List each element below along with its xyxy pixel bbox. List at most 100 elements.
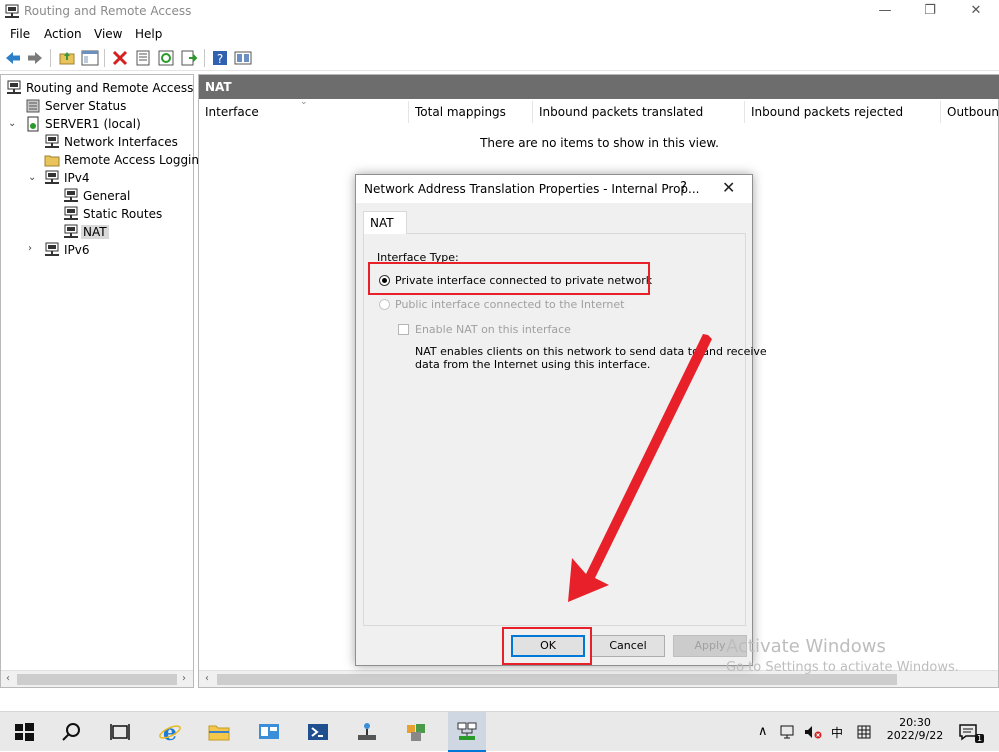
static-routes-icon bbox=[64, 206, 78, 220]
refresh-icon[interactable] bbox=[157, 49, 175, 67]
scrollbar-thumb[interactable] bbox=[217, 674, 897, 685]
empty-list-message: There are no items to show in this view. bbox=[480, 136, 719, 150]
scroll-left-icon[interactable]: ‹ bbox=[205, 673, 209, 684]
ime-mode-icon[interactable] bbox=[856, 724, 872, 740]
volume-muted-icon[interactable] bbox=[804, 725, 822, 739]
routing-remote-access-icon bbox=[457, 722, 477, 740]
tab-nat[interactable]: NAT bbox=[363, 211, 407, 234]
details-header: NAT bbox=[199, 75, 999, 99]
tree-item-static-routes[interactable]: Static Routes bbox=[63, 205, 191, 223]
tree-label: Routing and Remote Access bbox=[26, 81, 194, 95]
expand-chevron-icon[interactable]: ⌄ bbox=[8, 118, 16, 129]
input-language-indicator[interactable]: 中 bbox=[831, 724, 843, 741]
notification-count-badge: 1 bbox=[975, 734, 985, 743]
column-header-outbound[interactable]: Outbound bbox=[941, 101, 998, 123]
taskbar-active-app[interactable] bbox=[448, 712, 486, 752]
column-header-interface[interactable]: Interface ⌄ bbox=[199, 97, 409, 123]
internet-explorer-icon[interactable]: e bbox=[158, 720, 182, 744]
clock-time: 20:30 bbox=[899, 716, 931, 729]
column-label: Total mappings bbox=[415, 105, 506, 119]
powershell-icon[interactable] bbox=[306, 720, 330, 744]
tree-item-network-interfaces[interactable]: Network Interfaces bbox=[44, 133, 192, 151]
forward-icon[interactable] bbox=[26, 49, 44, 67]
export-list-icon[interactable] bbox=[180, 49, 198, 67]
ok-button-highlight bbox=[502, 627, 592, 665]
tree-label: IPv6 bbox=[64, 243, 90, 257]
menu-view[interactable]: View bbox=[94, 27, 122, 41]
properties-icon[interactable] bbox=[134, 49, 152, 67]
dialog-help-button[interactable]: ? bbox=[680, 180, 687, 195]
show-hide-tree-icon[interactable] bbox=[81, 49, 99, 67]
tree-item-general[interactable]: General bbox=[63, 187, 191, 205]
routing-icon bbox=[7, 80, 21, 94]
svg-text:e: e bbox=[163, 720, 177, 744]
tree-item-root[interactable]: Routing and Remote Access bbox=[6, 79, 194, 97]
annotation-arrow-icon bbox=[568, 334, 712, 602]
tree-item-ipv6[interactable]: IPv6 bbox=[44, 241, 192, 259]
taskbar-clock[interactable]: 20:30 2022/9/22 bbox=[880, 716, 950, 742]
tree-item-nat[interactable]: NAT bbox=[63, 223, 191, 241]
svg-text:?: ? bbox=[217, 52, 223, 66]
column-header-inbound-rejected[interactable]: Inbound packets rejected bbox=[745, 101, 941, 123]
tree-horizontal-scrollbar[interactable]: ‹ › bbox=[1, 670, 193, 687]
tree-item-server1[interactable]: SERVER1 (local) bbox=[25, 115, 191, 133]
close-button[interactable]: ✕ bbox=[953, 0, 999, 24]
tree-label: Remote Access Logging bbox=[64, 153, 207, 167]
task-view-icon[interactable] bbox=[108, 720, 132, 744]
delete-icon[interactable] bbox=[111, 49, 129, 67]
column-header-total-mappings[interactable]: Total mappings bbox=[409, 101, 533, 123]
help-icon[interactable]: ? bbox=[211, 49, 229, 67]
extra-view-icon[interactable] bbox=[234, 49, 252, 67]
tree-label: General bbox=[83, 189, 131, 203]
server-manager-icon[interactable] bbox=[257, 720, 281, 744]
tree-item-ipv4[interactable]: IPv4 bbox=[44, 169, 192, 187]
console-tree[interactable]: Routing and Remote Access Server Status … bbox=[0, 74, 207, 688]
tree-item-remote-access-logging[interactable]: Remote Access Logging bbox=[44, 151, 207, 169]
tree-label: IPv4 bbox=[64, 171, 90, 185]
radio-unchecked-icon bbox=[379, 299, 390, 310]
menu-help[interactable]: Help bbox=[135, 27, 162, 41]
scrollbar-thumb[interactable] bbox=[17, 674, 177, 685]
menu-action[interactable]: Action bbox=[44, 27, 82, 41]
menu-file[interactable]: File bbox=[10, 27, 30, 41]
column-header-inbound-translated[interactable]: Inbound packets translated bbox=[533, 101, 745, 123]
toolbar-separator bbox=[50, 49, 51, 67]
cancel-button[interactable]: Cancel bbox=[591, 635, 665, 657]
tree-label: Network Interfaces bbox=[64, 135, 178, 149]
tree-label: Static Routes bbox=[83, 207, 163, 221]
network-tool-icon[interactable] bbox=[355, 720, 379, 744]
tab-label: NAT bbox=[370, 216, 394, 230]
tray-expand-chevron-icon[interactable]: ∧ bbox=[758, 724, 768, 739]
nat-icon bbox=[64, 224, 78, 238]
collapse-chevron-icon[interactable]: › bbox=[28, 243, 32, 254]
up-folder-icon[interactable] bbox=[58, 49, 76, 67]
toolbar-separator bbox=[104, 49, 105, 67]
back-icon[interactable] bbox=[4, 49, 22, 67]
taskbar: e ∧ 中 20:30 2022/9/22 1 bbox=[0, 711, 999, 752]
scroll-left-icon[interactable]: ‹ bbox=[6, 673, 10, 684]
scroll-right-icon[interactable]: › bbox=[182, 673, 186, 684]
clock-date: 2022/9/22 bbox=[886, 729, 944, 742]
expand-chevron-icon[interactable]: ⌄ bbox=[28, 172, 36, 183]
tree-label: SERVER1 (local) bbox=[45, 117, 141, 131]
dialog-titlebar: Network Address Translation Properties -… bbox=[356, 175, 752, 203]
dialog-close-button[interactable]: ✕ bbox=[722, 178, 735, 197]
enable-nat-label: Enable NAT on this interface bbox=[415, 323, 571, 336]
search-icon[interactable] bbox=[60, 720, 84, 744]
window-title: Routing and Remote Access bbox=[24, 4, 192, 18]
windows-start-icon[interactable] bbox=[12, 720, 36, 744]
server-status-icon bbox=[26, 99, 40, 113]
tree-label: Server Status bbox=[45, 99, 127, 113]
file-explorer-icon[interactable] bbox=[207, 720, 231, 744]
enable-nat-checkbox: Enable NAT on this interface bbox=[398, 322, 578, 338]
tree-item-server-status[interactable]: Server Status bbox=[25, 97, 191, 115]
restore-button[interactable]: ❐ bbox=[907, 0, 953, 24]
routing-app-icon bbox=[5, 4, 19, 18]
public-interface-radio: Public interface connected to the Intern… bbox=[377, 297, 624, 313]
boxes-app-icon[interactable] bbox=[404, 720, 428, 744]
server-icon bbox=[27, 116, 39, 132]
details-header-title: NAT bbox=[205, 80, 232, 94]
toolbar: ? bbox=[0, 45, 999, 71]
minimize-button[interactable]: — bbox=[862, 0, 908, 24]
network-status-icon[interactable] bbox=[780, 725, 796, 739]
